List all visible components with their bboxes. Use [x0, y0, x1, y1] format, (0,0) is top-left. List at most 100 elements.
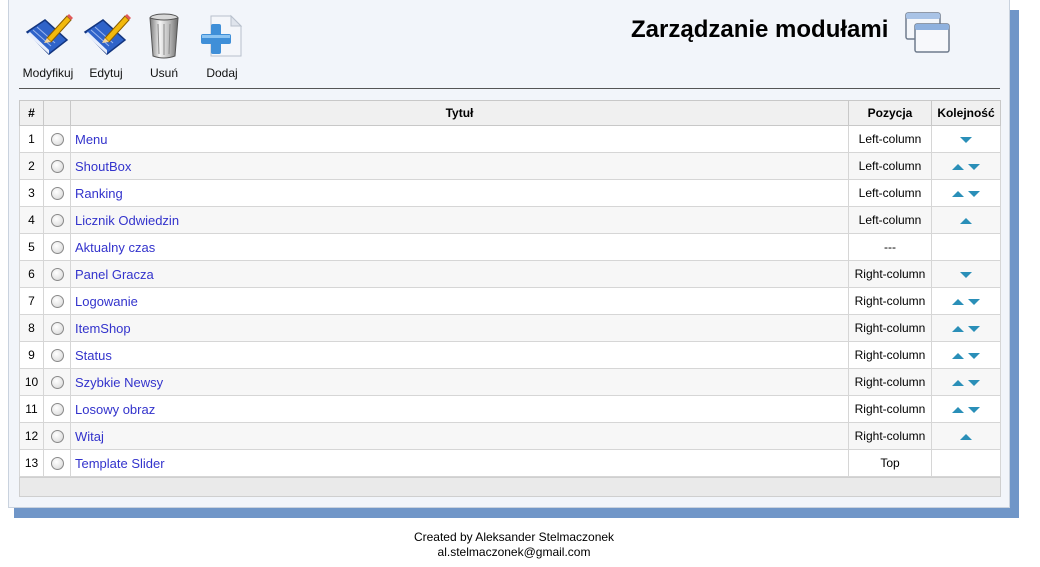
move-up-icon[interactable] — [952, 406, 964, 413]
row-radio[interactable] — [50, 214, 64, 228]
order-cell — [931, 260, 1001, 288]
order-cell — [931, 422, 1001, 450]
module-title-link[interactable]: ShoutBox — [75, 159, 131, 174]
author-credit: Created by Aleksander Stelmaczonek — [413, 530, 615, 544]
move-down-icon[interactable] — [968, 352, 980, 359]
order-cell — [931, 449, 1001, 477]
credits: Created by Aleksander Stelmaczonek al.st… — [0, 530, 1028, 560]
module-position: Left-column — [848, 125, 932, 153]
row-radio[interactable] — [50, 349, 64, 363]
author-email: al.stelmaczonek@gmail.com — [437, 545, 591, 559]
move-down-icon[interactable] — [968, 379, 980, 386]
table-footer-bar — [19, 477, 1001, 497]
table-row: 4 Licznik Odwiedzin Left-column — [19, 206, 1001, 234]
move-down-icon[interactable] — [968, 406, 980, 413]
order-cell — [931, 395, 1001, 423]
row-radio[interactable] — [50, 241, 64, 255]
column-header-num: # — [19, 100, 44, 126]
order-cell — [931, 206, 1001, 234]
row-radio[interactable] — [50, 187, 64, 201]
module-title-link[interactable]: Witaj — [75, 429, 104, 444]
row-number: 9 — [19, 341, 44, 369]
delete-button[interactable]: Usuń — [135, 10, 193, 82]
move-down-icon[interactable] — [968, 163, 980, 170]
module-title-link[interactable]: Status — [75, 348, 112, 363]
row-number: 6 — [19, 260, 44, 288]
module-title-link[interactable]: Licznik Odwiedzin — [75, 213, 179, 228]
move-up-icon[interactable] — [952, 163, 964, 170]
row-number: 13 — [19, 449, 44, 477]
move-down-icon[interactable] — [968, 325, 980, 332]
table-row: 12 Witaj Right-column — [19, 422, 1001, 450]
table-row: 11 Losowy obraz Right-column — [19, 395, 1001, 423]
order-cell — [931, 287, 1001, 315]
move-down-icon[interactable] — [960, 271, 972, 278]
row-radio[interactable] — [50, 457, 64, 471]
column-header-order: Kolejność — [931, 100, 1001, 126]
trash-can-icon — [149, 13, 179, 59]
order-cell — [931, 314, 1001, 342]
row-number: 3 — [19, 179, 44, 207]
row-radio[interactable] — [50, 376, 64, 390]
order-cell — [931, 179, 1001, 207]
column-header-position: Pozycja — [848, 100, 932, 126]
table-row: 1 Menu Left-column — [19, 125, 1001, 153]
move-up-icon[interactable] — [960, 433, 972, 440]
move-up-icon[interactable] — [952, 352, 964, 359]
row-radio[interactable] — [50, 268, 64, 282]
book-pencil-icon — [25, 14, 73, 55]
page-title: Zarządzanie modułami — [631, 16, 889, 43]
row-number: 12 — [19, 422, 44, 450]
move-down-icon[interactable] — [968, 298, 980, 305]
module-title-link[interactable]: Losowy obraz — [75, 402, 155, 417]
row-radio[interactable] — [50, 430, 64, 444]
move-up-icon[interactable] — [952, 190, 964, 197]
table-row: 3 Ranking Left-column — [19, 179, 1001, 207]
table-row: 13 Template Slider Top — [19, 449, 1001, 477]
table-row: 6 Panel Gracza Right-column — [19, 260, 1001, 288]
row-radio[interactable] — [50, 322, 64, 336]
module-title-link[interactable]: Ranking — [75, 186, 123, 201]
module-panel: Modyfikuj Edytuj Usuń Dodaj Zarządzanie … — [8, 0, 1010, 508]
row-radio[interactable] — [50, 133, 64, 147]
row-number: 7 — [19, 287, 44, 315]
module-title-link[interactable]: Szybkie Newsy — [75, 375, 163, 390]
row-number: 11 — [19, 395, 44, 423]
move-down-icon[interactable] — [968, 190, 980, 197]
module-title-link[interactable]: Template Slider — [75, 456, 165, 471]
module-title-link[interactable]: Menu — [75, 132, 108, 147]
table-row: 5 Aktualny czas --- — [19, 233, 1001, 261]
order-cell — [931, 152, 1001, 180]
edit-button[interactable]: Edytuj — [77, 10, 135, 82]
modify-label: Modyfikuj — [22, 66, 74, 80]
move-down-icon[interactable] — [960, 136, 972, 143]
move-up-icon[interactable] — [952, 325, 964, 332]
row-number: 5 — [19, 233, 44, 261]
book-pencil-icon — [83, 14, 131, 55]
row-number: 2 — [19, 152, 44, 180]
header-divider — [19, 88, 1000, 89]
row-radio[interactable] — [50, 403, 64, 417]
row-radio[interactable] — [50, 160, 64, 174]
modify-button[interactable]: Modyfikuj — [19, 10, 77, 82]
module-position: Right-column — [848, 341, 932, 369]
module-position: Right-column — [848, 260, 932, 288]
toolbar: Modyfikuj Edytuj Usuń Dodaj — [19, 10, 251, 82]
move-up-icon[interactable] — [952, 298, 964, 305]
column-header-select — [43, 100, 71, 126]
module-title-link[interactable]: Aktualny czas — [75, 240, 155, 255]
add-label: Dodaj — [206, 66, 238, 80]
delete-label: Usuń — [149, 66, 178, 80]
row-number: 10 — [19, 368, 44, 396]
order-cell — [931, 125, 1001, 153]
order-cell — [931, 233, 1001, 261]
move-up-icon[interactable] — [960, 217, 972, 224]
module-title-link[interactable]: ItemShop — [75, 321, 131, 336]
row-radio[interactable] — [50, 295, 64, 309]
module-position: Left-column — [848, 152, 932, 180]
add-button[interactable]: Dodaj — [193, 10, 251, 82]
order-cell — [931, 368, 1001, 396]
move-up-icon[interactable] — [952, 379, 964, 386]
module-title-link[interactable]: Logowanie — [75, 294, 138, 309]
module-title-link[interactable]: Panel Gracza — [75, 267, 154, 282]
